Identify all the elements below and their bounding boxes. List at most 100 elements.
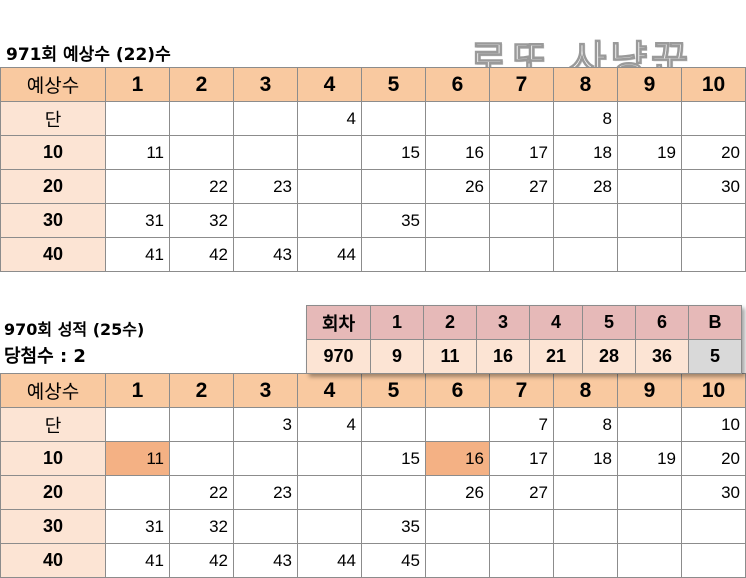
- prediction-cell: 11: [105, 135, 170, 170]
- prediction-cell: [297, 135, 362, 170]
- result-cell: 35: [361, 509, 426, 544]
- result-cell: [681, 543, 746, 578]
- prediction-cell: [617, 237, 682, 272]
- winning-number-cell: 11: [423, 339, 477, 374]
- prediction-col-header: 3: [233, 67, 298, 102]
- prediction-cell: [489, 203, 554, 238]
- prediction-cell: [553, 237, 618, 272]
- prediction-cell: [425, 101, 490, 136]
- result-cell: 41: [105, 543, 170, 578]
- prediction-table: 예상수 1 2 3 4 5 6 7 8 9 10 단 4 8 10 11 15 16 17 18 19 20 20 22 23 2…: [0, 67, 746, 272]
- prediction-cell: [425, 237, 490, 272]
- result-title: 970회 성적 (25수): [4, 320, 145, 339]
- result-cell: [233, 509, 298, 544]
- result-cell: [617, 543, 682, 578]
- prediction-cell: 20: [681, 135, 746, 170]
- prediction-cell: 8: [553, 101, 618, 136]
- result-row-label: 40: [0, 543, 106, 578]
- prediction-cell: 30: [681, 169, 746, 204]
- prediction-cell: [681, 203, 746, 238]
- prediction-cell: [681, 237, 746, 272]
- result-cell: [297, 475, 362, 510]
- result-cell: [361, 407, 426, 442]
- result-cell: 3: [233, 407, 298, 442]
- result-cell: [553, 475, 618, 510]
- prediction-row: 30 31 32 35: [0, 203, 746, 238]
- prediction-col-header: 5: [361, 67, 426, 102]
- prediction-cell: [233, 135, 298, 170]
- result-cell: [617, 407, 682, 442]
- prediction-cell: [233, 203, 298, 238]
- prediction-header-row: 예상수 1 2 3 4 5 6 7 8 9 10: [0, 67, 746, 102]
- winning-header-cell: 4: [529, 305, 583, 340]
- prediction-cell: 41: [105, 237, 170, 272]
- prediction-cell: 17: [489, 135, 554, 170]
- winning-header-cell: 3: [476, 305, 530, 340]
- result-cell: 16: [425, 441, 490, 476]
- winning-number-cell: 9: [370, 339, 424, 374]
- result-row: 10 11 15 16 17 18 19 20: [0, 441, 746, 476]
- prediction-cell: 28: [553, 169, 618, 204]
- result-cell: 22: [169, 475, 234, 510]
- prediction-row: 20 22 23 26 27 28 30: [0, 169, 746, 204]
- winning-header-cell: 2: [423, 305, 477, 340]
- prediction-row: 40 41 42 43 44: [0, 237, 746, 272]
- prediction-cell: 44: [297, 237, 362, 272]
- result-cell: 17: [489, 441, 554, 476]
- prediction-cell: 31: [105, 203, 170, 238]
- prediction-row-label: 단: [0, 101, 106, 136]
- prediction-cell: [361, 237, 426, 272]
- prediction-cell: 42: [169, 237, 234, 272]
- prediction-col-header: 4: [297, 67, 362, 102]
- result-cell: [489, 509, 554, 544]
- prediction-col-header: 1: [105, 67, 170, 102]
- result-col-header: 3: [233, 373, 298, 408]
- prediction-cell: [361, 101, 426, 136]
- prediction-cell: [489, 237, 554, 272]
- prediction-cell: [681, 101, 746, 136]
- winning-number-cell: 28: [582, 339, 636, 374]
- result-row-label: 단: [0, 407, 106, 442]
- winning-number-cell: 970: [306, 339, 371, 374]
- prediction-cell: [617, 203, 682, 238]
- result-cell: 32: [169, 509, 234, 544]
- winning-header-cell: B: [688, 305, 742, 340]
- result-cell: [425, 509, 490, 544]
- winning-number-cell: 16: [476, 339, 530, 374]
- prediction-cell: [361, 169, 426, 204]
- result-cell: [361, 475, 426, 510]
- result-row: 40 41 42 43 44 45: [0, 543, 746, 578]
- result-cell: 20: [681, 441, 746, 476]
- result-cell: 11: [105, 441, 170, 476]
- prediction-cell: 35: [361, 203, 426, 238]
- prediction-cell: 19: [617, 135, 682, 170]
- prediction-cell: [297, 169, 362, 204]
- winning-number-cell: 21: [529, 339, 583, 374]
- winning-header-cell: 5: [582, 305, 636, 340]
- result-col-header: 10: [681, 373, 746, 408]
- prediction-cell: [617, 169, 682, 204]
- prediction-corner-label: 예상수: [0, 67, 106, 102]
- prediction-cell: [169, 101, 234, 136]
- result-cell: 43: [233, 543, 298, 578]
- hit-count: 당첨수 : 2: [4, 346, 86, 367]
- result-cell: 26: [425, 475, 490, 510]
- prediction-cell: 23: [233, 169, 298, 204]
- result-cell: [105, 475, 170, 510]
- result-cell: [233, 441, 298, 476]
- result-cell: 10: [681, 407, 746, 442]
- prediction-row-label: 10: [0, 135, 106, 170]
- result-cell: 42: [169, 543, 234, 578]
- result-cell: [553, 543, 618, 578]
- prediction-cell: [553, 203, 618, 238]
- result-row: 단 3 4 7 8 10: [0, 407, 746, 442]
- result-cell: 18: [553, 441, 618, 476]
- winning-number-cell: 36: [635, 339, 689, 374]
- result-cell: [489, 543, 554, 578]
- result-cell: 45: [361, 543, 426, 578]
- prediction-cell: 22: [169, 169, 234, 204]
- result-cell: 27: [489, 475, 554, 510]
- result-cell: 44: [297, 543, 362, 578]
- result-row-label: 30: [0, 509, 106, 544]
- result-cell: [617, 475, 682, 510]
